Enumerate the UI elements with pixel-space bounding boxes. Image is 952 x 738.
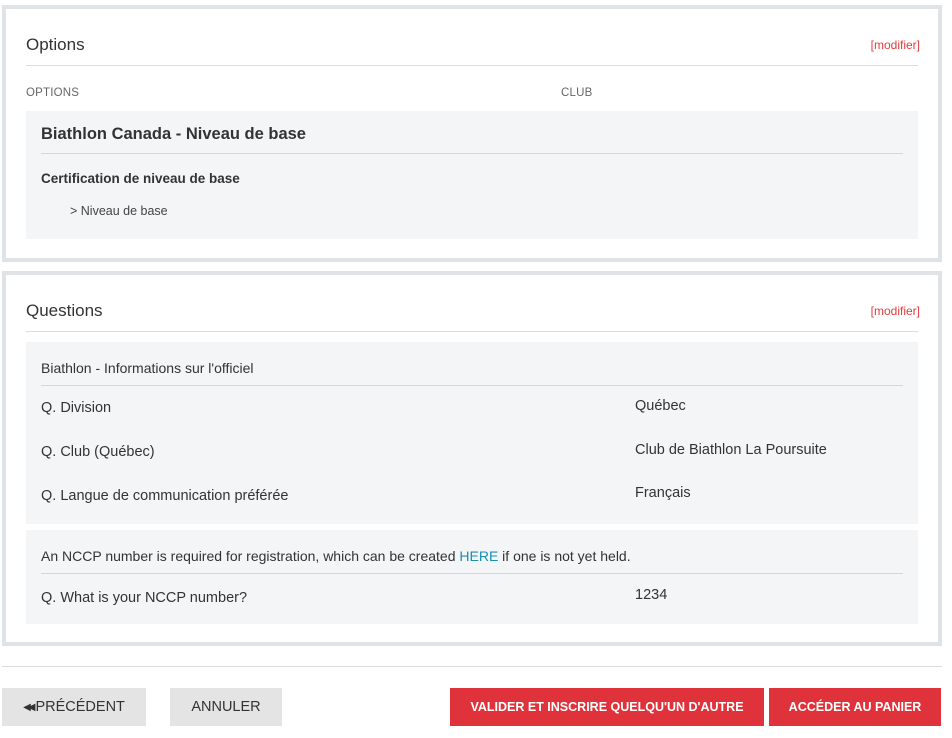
previous-button-label: PRÉCÉDENT bbox=[35, 699, 125, 715]
questions-modify-link[interactable]: [modifier] bbox=[871, 304, 920, 318]
options-column-header: OPTIONS bbox=[26, 87, 80, 99]
nccp-note-after: if one is not yet held. bbox=[498, 548, 631, 564]
nccp-note: An NCCP number is required for registrat… bbox=[41, 548, 903, 574]
option-title: Biathlon Canada - Niveau de base bbox=[41, 125, 903, 154]
options-modify-link[interactable]: [modifier] bbox=[871, 38, 920, 52]
option-item: > Niveau de base bbox=[70, 204, 168, 218]
nccp-here-link[interactable]: HERE bbox=[459, 548, 498, 564]
nccp-question-label: Q. What is your NCCP number? bbox=[41, 590, 248, 606]
nccp-note-before: An NCCP number is required for registrat… bbox=[41, 548, 460, 564]
options-panel-title: Options bbox=[26, 35, 85, 54]
question-answer: Français bbox=[635, 485, 691, 501]
question-answer: Québec bbox=[635, 398, 686, 414]
cancel-button[interactable]: ANNULER bbox=[170, 688, 282, 726]
official-info-card: Biathlon - Informations sur l'officiel Q… bbox=[26, 342, 918, 524]
question-label: Q. Division bbox=[41, 400, 112, 416]
club-column-header: CLUB bbox=[561, 87, 593, 99]
rewind-icon: ◀◀ bbox=[23, 701, 36, 713]
option-card: Biathlon Canada - Niveau de base Certifi… bbox=[26, 111, 918, 239]
go-to-cart-button[interactable]: ACCÉDER AU PANIER bbox=[769, 688, 941, 726]
question-answer: Club de Biathlon La Poursuite bbox=[635, 442, 827, 458]
questions-panel: Questions [modifier] Biathlon - Informat… bbox=[2, 271, 942, 646]
footer-divider bbox=[2, 666, 942, 667]
question-label: Q. Club (Québec) bbox=[41, 444, 155, 460]
nccp-question-answer: 1234 bbox=[635, 587, 668, 603]
nccp-card: An NCCP number is required for registrat… bbox=[26, 530, 918, 624]
validate-and-register-another-button[interactable]: VALIDER ET INSCRIRE QUELQU'UN D'AUTRE bbox=[450, 688, 764, 726]
official-info-title: Biathlon - Informations sur l'officiel bbox=[41, 360, 903, 386]
options-panel-header: Options [modifier] bbox=[26, 35, 920, 66]
questions-panel-title: Questions bbox=[26, 301, 103, 320]
questions-panel-header: Questions [modifier] bbox=[26, 301, 920, 332]
option-subtitle: Certification de niveau de base bbox=[41, 171, 240, 186]
previous-button[interactable]: ◀◀ PRÉCÉDENT bbox=[2, 688, 146, 726]
options-panel: Options [modifier] OPTIONS CLUB Biathlon… bbox=[2, 5, 942, 262]
question-label: Q. Langue de communication préférée bbox=[41, 488, 289, 504]
